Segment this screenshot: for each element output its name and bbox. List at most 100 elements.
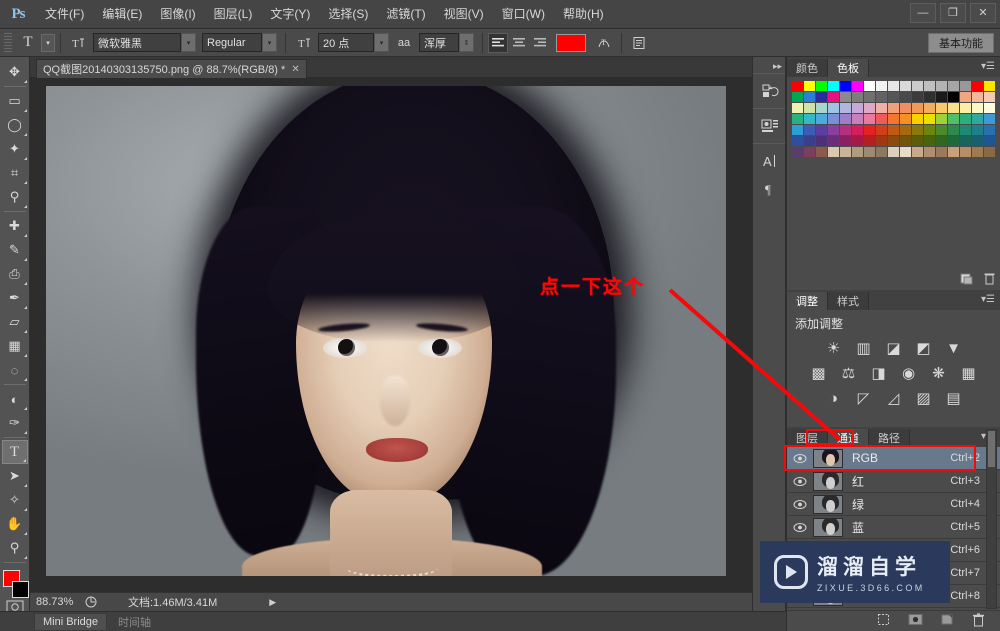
gradient-map-icon[interactable]: ▤ — [943, 389, 964, 407]
swatch-3-2[interactable] — [816, 114, 827, 124]
swatch-3-3[interactable] — [828, 114, 839, 124]
swatch-5-1[interactable] — [804, 136, 815, 146]
swatch-4-10[interactable] — [912, 125, 923, 135]
close-icon[interactable]: ✕ — [291, 64, 299, 75]
channel-row[interactable]: RGB Ctrl+2 — [787, 447, 1000, 470]
load-channel-as-selection-icon[interactable] — [877, 613, 890, 629]
history-brush-tool[interactable]: ✒ — [2, 286, 28, 310]
swatch-5-4[interactable] — [840, 136, 851, 146]
text-orientation-icon[interactable]: T — [66, 32, 90, 54]
zoom-tool[interactable]: ⚲ — [2, 536, 28, 560]
swatch-4-3[interactable] — [828, 125, 839, 135]
swatch-3-15[interactable] — [972, 114, 983, 124]
hand-tool[interactable]: ✋ — [2, 512, 28, 536]
blur-tool[interactable]: ◌ — [2, 358, 28, 382]
posterize-icon[interactable]: ◸ — [853, 389, 874, 407]
swatch-2-13[interactable] — [948, 103, 959, 113]
font-family-value[interactable]: 微软雅黑 — [93, 33, 181, 52]
swatch-2-2[interactable] — [816, 103, 827, 113]
swatch-3-0[interactable] — [792, 114, 803, 124]
swatch-5-9[interactable] — [900, 136, 911, 146]
swatch-4-11[interactable] — [924, 125, 935, 135]
char-panel-icon[interactable] — [627, 32, 651, 54]
swatch-1-15[interactable] — [972, 92, 983, 102]
swatch-3-11[interactable] — [924, 114, 935, 124]
swatch-4-8[interactable] — [888, 125, 899, 135]
swatch-5-13[interactable] — [948, 136, 959, 146]
swatch-5-3[interactable] — [828, 136, 839, 146]
panel-menu-icon[interactable]: ▾☰ — [981, 61, 995, 72]
menu-item-5[interactable]: 选择(S) — [319, 0, 377, 29]
swatch-4-14[interactable] — [960, 125, 971, 135]
swatch-1-14[interactable] — [960, 92, 971, 102]
black-white-icon[interactable]: ◨ — [868, 364, 889, 382]
menu-item-9[interactable]: 帮助(H) — [554, 0, 613, 29]
swatch-0-15[interactable] — [972, 81, 983, 91]
hue-saturation-icon[interactable]: ▩ — [808, 364, 829, 382]
swatch-3-12[interactable] — [936, 114, 947, 124]
swatch-3-10[interactable] — [912, 114, 923, 124]
swatch-6-2[interactable] — [816, 147, 827, 157]
swatch-0-2[interactable] — [816, 81, 827, 91]
channel-row[interactable]: 绿 Ctrl+4 — [787, 493, 1000, 516]
menu-item-8[interactable]: 窗口(W) — [493, 0, 554, 29]
swatch-2-6[interactable] — [864, 103, 875, 113]
swatch-3-16[interactable] — [984, 114, 995, 124]
levels-icon[interactable]: ▥ — [853, 339, 874, 357]
tab-adjustments[interactable]: 调整 — [787, 292, 828, 310]
tab-swatches[interactable]: 色板 — [828, 59, 869, 77]
swatch-0-6[interactable] — [864, 81, 875, 91]
swatch-3-6[interactable] — [864, 114, 875, 124]
swatch-2-15[interactable] — [972, 103, 983, 113]
path-selection-tool[interactable]: ➤ — [2, 464, 28, 488]
magic-wand-tool[interactable]: ✦ — [2, 137, 28, 161]
swatch-5-11[interactable] — [924, 136, 935, 146]
tab-layers[interactable]: 图层 — [787, 429, 828, 447]
swatch-6-12[interactable] — [936, 147, 947, 157]
swatch-4-12[interactable] — [936, 125, 947, 135]
save-selection-as-channel-icon[interactable] — [908, 613, 923, 629]
expand-panels-icon[interactable]: ▸▸ — [753, 59, 785, 73]
delete-channel-icon[interactable] — [972, 612, 985, 630]
font-family-control[interactable]: 微软雅黑 ▾ — [93, 33, 196, 52]
channel-mixer-icon[interactable]: ❋ — [928, 364, 949, 382]
swatch-4-15[interactable] — [972, 125, 983, 135]
font-size-chevron-icon[interactable]: ▾ — [374, 33, 389, 52]
swatch-2-7[interactable] — [876, 103, 887, 113]
channel-row[interactable]: 红 Ctrl+3 — [787, 470, 1000, 493]
canvas-area[interactable] — [30, 78, 752, 592]
gradient-tool[interactable]: ▦ — [2, 334, 28, 358]
swatch-2-16[interactable] — [984, 103, 995, 113]
swatch-6-10[interactable] — [912, 147, 923, 157]
options-grip[interactable] — [4, 32, 12, 53]
new-swatch-icon[interactable] — [960, 272, 973, 288]
swatch-2-12[interactable] — [936, 103, 947, 113]
font-size-control[interactable]: 20 点 ▾ — [318, 33, 389, 52]
swatch-1-6[interactable] — [864, 92, 875, 102]
font-family-chevron-icon[interactable]: ▾ — [181, 33, 196, 52]
channels-scrollbar[interactable] — [986, 429, 997, 609]
swatch-5-5[interactable] — [852, 136, 863, 146]
swatch-4-7[interactable] — [876, 125, 887, 135]
swatch-5-8[interactable] — [888, 136, 899, 146]
photo-filter-icon[interactable]: ◉ — [898, 364, 919, 382]
brightness-contrast-icon[interactable]: ☀ — [823, 339, 844, 357]
swatch-0-8[interactable] — [888, 81, 899, 91]
font-size-value[interactable]: 20 点 — [318, 33, 374, 52]
align-center-button[interactable] — [509, 33, 529, 53]
maximize-button[interactable]: ❐ — [940, 3, 966, 23]
swatch-2-0[interactable] — [792, 103, 803, 113]
status-expand-icon[interactable]: ▶ — [269, 597, 276, 608]
swatch-6-7[interactable] — [876, 147, 887, 157]
eye-icon[interactable] — [787, 499, 813, 510]
swatch-2-14[interactable] — [960, 103, 971, 113]
swatch-0-9[interactable] — [900, 81, 911, 91]
swatch-0-4[interactable] — [840, 81, 851, 91]
mini-bridge-icon[interactable] — [753, 112, 787, 140]
font-style-control[interactable]: Regular ▾ — [202, 33, 277, 52]
swatch-1-13[interactable] — [948, 92, 959, 102]
swatch-6-15[interactable] — [972, 147, 983, 157]
swatch-2-8[interactable] — [888, 103, 899, 113]
color-lookup-icon[interactable]: ▦ — [958, 364, 979, 382]
swatch-0-1[interactable] — [804, 81, 815, 91]
